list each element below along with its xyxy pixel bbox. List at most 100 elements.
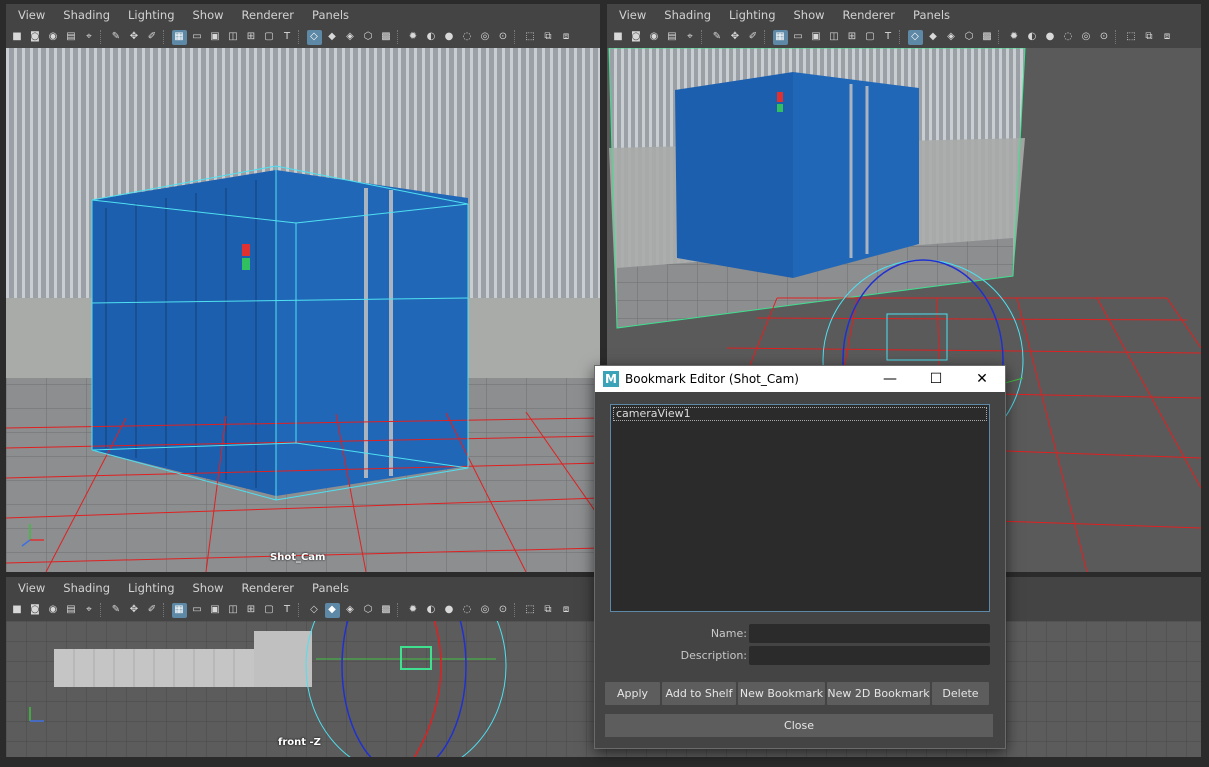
new-2d-bookmark-button[interactable]: New 2D Bookmark bbox=[827, 682, 930, 705]
menu-view[interactable]: View bbox=[18, 8, 45, 22]
xray-joints-icon[interactable]: ⧉ bbox=[541, 603, 556, 618]
select-camera-icon[interactable]: ■ bbox=[10, 30, 25, 45]
smooth-shade-icon[interactable]: ◆ bbox=[926, 30, 941, 45]
textured-icon[interactable]: ▩ bbox=[379, 603, 394, 618]
depth-of-field-icon[interactable]: ⊙ bbox=[496, 603, 511, 618]
smooth-shade-icon[interactable]: ◆ bbox=[324, 602, 340, 618]
menu-view[interactable]: View bbox=[619, 8, 646, 22]
two-d-pan-zoom-icon[interactable]: ✥ bbox=[127, 603, 142, 618]
xray-icon[interactable]: ⬡ bbox=[361, 603, 376, 618]
menu-lighting[interactable]: Lighting bbox=[128, 581, 174, 595]
isolate-select-icon[interactable]: ⬚ bbox=[523, 603, 538, 618]
bookmark-list[interactable]: cameraView1 bbox=[610, 404, 990, 612]
textured-icon[interactable]: ▩ bbox=[980, 30, 995, 45]
film-gate-icon[interactable]: ▭ bbox=[190, 30, 205, 45]
resolution-gate-icon[interactable]: ▣ bbox=[208, 603, 223, 618]
motion-blur-icon[interactable]: ◌ bbox=[1061, 30, 1076, 45]
grid-icon[interactable]: ▦ bbox=[171, 29, 187, 45]
pen-icon[interactable]: ✐ bbox=[746, 30, 761, 45]
depth-of-field-icon[interactable]: ⊙ bbox=[496, 30, 511, 45]
safe-title-icon[interactable]: T bbox=[280, 30, 295, 45]
shadows-icon[interactable]: ◐ bbox=[424, 603, 439, 618]
camera-attributes-icon[interactable]: ◙ bbox=[629, 30, 644, 45]
panel-layout-icon[interactable]: ⧈ bbox=[559, 603, 574, 618]
panel-layout-icon[interactable]: ⧈ bbox=[559, 30, 574, 45]
close-icon[interactable]: ✕ bbox=[959, 366, 1005, 392]
panel-layout-icon[interactable]: ⧈ bbox=[1160, 30, 1175, 45]
camera-attributes-icon[interactable]: ◙ bbox=[28, 603, 43, 618]
screen-space-ao-icon[interactable]: ● bbox=[442, 30, 457, 45]
grease-pencil-icon[interactable]: ✎ bbox=[109, 603, 124, 618]
isolate-select-icon[interactable]: ⬚ bbox=[523, 30, 538, 45]
xray-joints-icon[interactable]: ⧉ bbox=[541, 30, 556, 45]
motion-blur-icon[interactable]: ◌ bbox=[460, 30, 475, 45]
camera-attributes-icon[interactable]: ◙ bbox=[28, 30, 43, 45]
pen-icon[interactable]: ✐ bbox=[145, 30, 160, 45]
list-item[interactable]: cameraView1 bbox=[613, 407, 987, 421]
image-plane-icon[interactable]: ▤ bbox=[665, 30, 680, 45]
lights-icon[interactable]: ✹ bbox=[406, 30, 421, 45]
image-plane-icon[interactable]: ▤ bbox=[64, 603, 79, 618]
menu-show[interactable]: Show bbox=[193, 8, 224, 22]
safe-title-icon[interactable]: T bbox=[280, 603, 295, 618]
textured-icon[interactable]: ▩ bbox=[379, 30, 394, 45]
safe-action-icon[interactable]: ▢ bbox=[863, 30, 878, 45]
xray-icon[interactable]: ⬡ bbox=[361, 30, 376, 45]
bookmark-icon[interactable]: ◉ bbox=[46, 30, 61, 45]
menu-panels[interactable]: Panels bbox=[913, 8, 950, 22]
grease-pencil-icon[interactable]: ✎ bbox=[710, 30, 725, 45]
menu-view[interactable]: View bbox=[18, 581, 45, 595]
field-chart-icon[interactable]: ⊞ bbox=[244, 603, 259, 618]
viewport-top-left[interactable]: View Shading Lighting Show Renderer Pane… bbox=[6, 4, 600, 572]
grid-icon[interactable]: ▦ bbox=[772, 29, 788, 45]
menu-shading[interactable]: Shading bbox=[63, 8, 110, 22]
apply-button[interactable]: Apply bbox=[605, 682, 660, 705]
menu-renderer[interactable]: Renderer bbox=[242, 581, 295, 595]
shadows-icon[interactable]: ◐ bbox=[1025, 30, 1040, 45]
motion-blur-icon[interactable]: ◌ bbox=[460, 603, 475, 618]
menu-renderer[interactable]: Renderer bbox=[242, 8, 295, 22]
field-chart-icon[interactable]: ⊞ bbox=[845, 30, 860, 45]
viewport-view-shot-cam[interactable]: Shot_Cam bbox=[6, 48, 600, 572]
menu-shading[interactable]: Shading bbox=[664, 8, 711, 22]
safe-action-icon[interactable]: ▢ bbox=[262, 603, 277, 618]
pin-icon[interactable]: ⌖ bbox=[82, 603, 97, 618]
pen-icon[interactable]: ✐ bbox=[145, 603, 160, 618]
bookmark-icon[interactable]: ◉ bbox=[647, 30, 662, 45]
menu-panels[interactable]: Panels bbox=[312, 581, 349, 595]
wireframe-icon[interactable]: ◇ bbox=[907, 29, 923, 45]
select-camera-icon[interactable]: ■ bbox=[10, 603, 25, 618]
delete-button[interactable]: Delete bbox=[932, 682, 989, 705]
close-button[interactable]: Close bbox=[605, 714, 993, 737]
menu-show[interactable]: Show bbox=[794, 8, 825, 22]
grid-icon[interactable]: ▦ bbox=[171, 602, 187, 618]
depth-of-field-icon[interactable]: ⊙ bbox=[1097, 30, 1112, 45]
screen-space-ao-icon[interactable]: ● bbox=[1043, 30, 1058, 45]
menu-lighting[interactable]: Lighting bbox=[128, 8, 174, 22]
gate-mask-icon[interactable]: ◫ bbox=[226, 603, 241, 618]
menu-shading[interactable]: Shading bbox=[63, 581, 110, 595]
film-gate-icon[interactable]: ▭ bbox=[791, 30, 806, 45]
pin-icon[interactable]: ⌖ bbox=[82, 30, 97, 45]
dialog-titlebar[interactable]: M Bookmark Editor (Shot_Cam) — ☐ ✕ bbox=[595, 366, 1005, 392]
resolution-gate-icon[interactable]: ▣ bbox=[809, 30, 824, 45]
bookmark-icon[interactable]: ◉ bbox=[46, 603, 61, 618]
image-plane-icon[interactable]: ▤ bbox=[64, 30, 79, 45]
wireframe-on-shaded-icon[interactable]: ◈ bbox=[944, 30, 959, 45]
select-camera-icon[interactable]: ■ bbox=[611, 30, 626, 45]
safe-title-icon[interactable]: T bbox=[881, 30, 896, 45]
smooth-shade-icon[interactable]: ◆ bbox=[325, 30, 340, 45]
grease-pencil-icon[interactable]: ✎ bbox=[109, 30, 124, 45]
two-d-pan-zoom-icon[interactable]: ✥ bbox=[127, 30, 142, 45]
anti-alias-icon[interactable]: ◎ bbox=[478, 30, 493, 45]
gate-mask-icon[interactable]: ◫ bbox=[226, 30, 241, 45]
pin-icon[interactable]: ⌖ bbox=[683, 30, 698, 45]
menu-lighting[interactable]: Lighting bbox=[729, 8, 775, 22]
screen-space-ao-icon[interactable]: ● bbox=[442, 603, 457, 618]
minimize-icon[interactable]: — bbox=[867, 366, 913, 392]
anti-alias-icon[interactable]: ◎ bbox=[478, 603, 493, 618]
wireframe-on-shaded-icon[interactable]: ◈ bbox=[343, 30, 358, 45]
field-chart-icon[interactable]: ⊞ bbox=[244, 30, 259, 45]
menu-panels[interactable]: Panels bbox=[312, 8, 349, 22]
isolate-select-icon[interactable]: ⬚ bbox=[1124, 30, 1139, 45]
